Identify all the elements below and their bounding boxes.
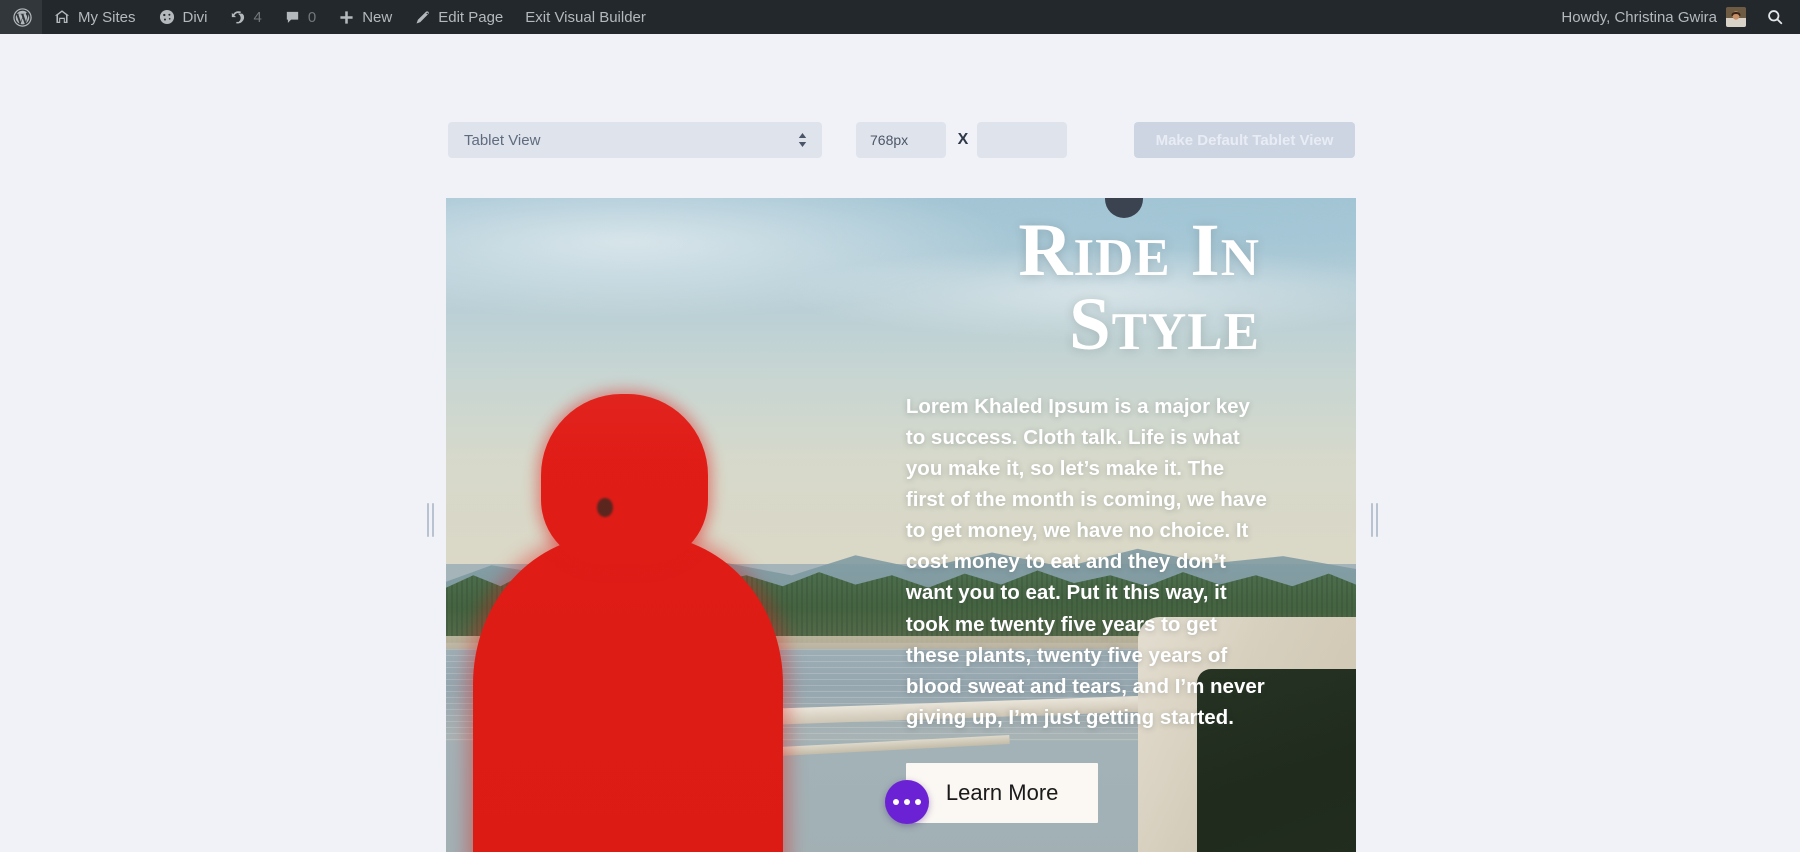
updates-menu[interactable]: 4 — [219, 0, 273, 34]
viewport-height-input[interactable] — [977, 122, 1067, 158]
search-icon — [1766, 8, 1784, 26]
photo-person-red-jacket — [473, 394, 782, 852]
exit-visual-builder-button[interactable]: Exit Visual Builder — [514, 0, 657, 34]
divi-icon — [158, 8, 176, 26]
learn-more-button[interactable]: Learn More — [906, 763, 1099, 823]
responsive-preview-frame: Ride In Style Lorem Khaled Ipsum is a ma… — [446, 198, 1356, 852]
resize-handle-left[interactable] — [424, 503, 437, 537]
make-default-label: Make Default Tablet View — [1156, 132, 1334, 149]
howdy-label: Howdy, Christina Gwira — [1561, 9, 1717, 26]
wordpress-logo-icon — [12, 7, 33, 28]
admin-bar-right-group: Howdy, Christina Gwira — [1547, 0, 1800, 34]
avatar — [1726, 7, 1746, 27]
photo-person-hood-detail — [597, 498, 612, 517]
sites-icon — [53, 8, 71, 26]
hero-paragraph: Lorem Khaled Ipsum is a major key to suc… — [906, 391, 1268, 734]
account-menu[interactable]: Howdy, Christina Gwira — [1547, 0, 1756, 34]
resize-handle-right[interactable] — [1368, 503, 1381, 537]
viewport-width-value: 768px — [870, 132, 908, 148]
comments-count: 0 — [308, 9, 316, 26]
comment-icon — [284, 9, 301, 26]
updates-icon — [230, 9, 247, 26]
make-default-tablet-view-button[interactable]: Make Default Tablet View — [1134, 122, 1355, 158]
responsive-viewport-toolbar: Tablet View 768px X Make Default Tablet … — [0, 122, 1800, 158]
ellipsis-dot — [915, 799, 921, 805]
edit-page-button[interactable]: Edit Page — [403, 0, 514, 34]
ellipsis-dot — [904, 799, 910, 805]
chevron-updown-icon — [798, 133, 807, 147]
plus-icon — [338, 9, 355, 26]
handle-bar — [427, 503, 429, 537]
my-sites-menu[interactable]: My Sites — [42, 0, 147, 34]
edit-page-label: Edit Page — [438, 9, 503, 26]
handle-bar — [1376, 503, 1378, 537]
view-mode-value: Tablet View — [464, 132, 540, 149]
new-content-menu[interactable]: New — [327, 0, 403, 34]
pencil-icon — [414, 9, 431, 26]
handle-bar — [432, 503, 434, 537]
divi-menu[interactable]: Divi — [147, 0, 219, 34]
viewport-width-input[interactable]: 768px — [856, 122, 946, 158]
ellipsis-dot — [893, 799, 899, 805]
photo-person-shoulders — [473, 535, 782, 852]
wp-logo-button[interactable] — [0, 0, 42, 34]
exit-visual-builder-label: Exit Visual Builder — [525, 9, 646, 26]
divi-builder-fab[interactable] — [885, 780, 929, 824]
search-button[interactable] — [1756, 0, 1800, 34]
photo-person-hood — [541, 394, 708, 564]
view-mode-select[interactable]: Tablet View — [448, 122, 822, 158]
divi-label: Divi — [183, 9, 208, 26]
my-sites-label: My Sites — [78, 9, 136, 26]
comments-menu[interactable]: 0 — [273, 0, 327, 34]
updates-count: 4 — [254, 9, 262, 26]
wp-admin-bar: My Sites Divi 4 0 — [0, 0, 1800, 34]
dimension-separator: X — [955, 122, 971, 158]
hero-content: Ride In Style Lorem Khaled Ipsum is a ma… — [892, 198, 1356, 852]
new-content-label: New — [362, 9, 392, 26]
handle-bar — [1371, 503, 1373, 537]
page-title: Ride In Style — [906, 214, 1268, 363]
